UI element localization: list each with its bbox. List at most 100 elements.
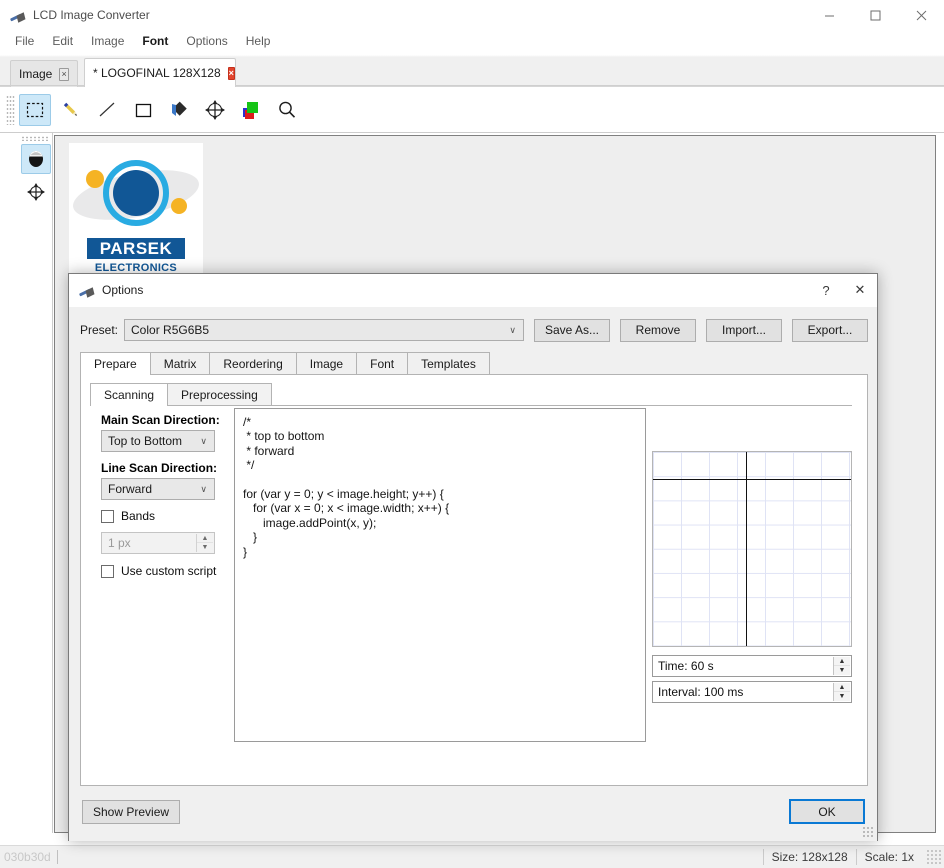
preview-interval-spin-buttons[interactable]: ▲ ▼ xyxy=(833,683,850,701)
document-tab-image-label: Image xyxy=(19,67,53,81)
menu-item-help[interactable]: Help xyxy=(237,31,280,51)
tab-reordering[interactable]: Reordering xyxy=(209,352,297,374)
rectangle-icon xyxy=(135,103,152,117)
logo-blue-core xyxy=(113,170,159,216)
line-scan-direction-combobox[interactable]: Forward ∨ xyxy=(101,478,215,500)
tab-templates[interactable]: Templates xyxy=(407,352,490,374)
close-button[interactable] xyxy=(898,0,944,30)
pan-tool-button[interactable] xyxy=(21,177,51,207)
tab-image[interactable]: Image xyxy=(295,352,358,374)
preview-gridlines xyxy=(653,452,851,646)
bands-checkbox-row[interactable]: Bands xyxy=(101,509,227,523)
spin-down-icon[interactable]: ▼ xyxy=(197,543,213,552)
band-width-spinbox[interactable]: 1 px ▲ ▼ xyxy=(101,532,215,554)
tab-prepare[interactable]: Prepare xyxy=(80,352,151,375)
spin-up-icon[interactable]: ▲ xyxy=(834,683,850,692)
statusbar: 030b30d Size: 128x128 Scale: 1x xyxy=(0,845,944,868)
left-panel-drag-handle[interactable] xyxy=(21,136,49,141)
show-preview-button[interactable]: Show Preview xyxy=(82,800,181,824)
use-custom-script-checkbox[interactable] xyxy=(101,564,114,578)
close-icon[interactable]: × xyxy=(227,66,235,80)
prepare-tab-panel: Scanning Preprocessing Main Scan Directi… xyxy=(80,375,868,786)
subtab-scanning[interactable]: Scanning xyxy=(90,383,169,406)
select-rectangle-icon xyxy=(26,102,44,117)
preview-time-value: Time: 60 s xyxy=(658,659,714,673)
fill-tool-button[interactable] xyxy=(163,94,195,126)
document-tab-image[interactable]: Image × xyxy=(10,60,78,87)
options-dialog-titlebar: Options ? ✕ xyxy=(69,274,877,307)
ok-button[interactable]: OK xyxy=(789,799,865,824)
toolbar-drag-handle[interactable] xyxy=(6,94,15,125)
logo-yellow-dot-left xyxy=(86,170,104,188)
menu-item-image[interactable]: Image xyxy=(82,31,133,51)
pencil-icon xyxy=(63,102,78,116)
document-tab-logofinal[interactable]: * LOGOFINAL 128X128 × xyxy=(84,58,236,87)
select-rectangle-tool-button[interactable] xyxy=(19,93,51,126)
app-brush-icon xyxy=(9,7,26,23)
zoom-tool-button[interactable] xyxy=(271,94,303,126)
window-title: LCD Image Converter xyxy=(33,8,150,22)
menu-item-options[interactable]: Options xyxy=(177,31,236,51)
spin-down-icon[interactable]: ▼ xyxy=(834,692,850,701)
scan-preview-grid[interactable] xyxy=(652,451,852,647)
chevron-down-icon: ∨ xyxy=(200,435,207,446)
color-pick-icon xyxy=(29,150,43,167)
spin-down-icon[interactable]: ▼ xyxy=(834,666,850,675)
use-custom-script-label: Use custom script xyxy=(121,564,217,578)
preview-time-spinbox[interactable]: Time: 60 s ▲ ▼ xyxy=(652,655,852,677)
save-as-button[interactable]: Save As... xyxy=(534,318,610,342)
prepare-subtabbar: Scanning Preprocessing xyxy=(90,383,852,406)
move-tool-button[interactable] xyxy=(199,94,231,126)
preset-row: Preset: Color R5G6B5 ∨ Save As... Remove… xyxy=(80,318,868,342)
color-layers-icon xyxy=(243,101,258,119)
minimize-button[interactable] xyxy=(806,0,852,30)
spin-up-icon[interactable]: ▲ xyxy=(197,534,213,543)
subtab-preprocessing[interactable]: Preprocessing xyxy=(167,383,272,405)
main-toolbar xyxy=(0,87,944,133)
preset-combobox-value: Color R5G6B5 xyxy=(131,323,210,337)
pencil-tool-button[interactable] xyxy=(55,94,87,126)
options-dialog-body: Preset: Color R5G6B5 ∨ Save As... Remove… xyxy=(69,307,877,841)
export-button[interactable]: Export... xyxy=(792,318,868,342)
options-dialog-title: Options xyxy=(102,283,144,297)
band-width-spin-buttons[interactable]: ▲ ▼ xyxy=(196,534,213,552)
bands-checkbox[interactable] xyxy=(101,509,114,523)
close-icon[interactable]: ✕ xyxy=(843,274,877,307)
main-scan-direction-combobox[interactable]: Top to Bottom ∨ xyxy=(101,430,215,452)
import-button[interactable]: Import... xyxy=(706,318,782,342)
dialog-resize-grip[interactable] xyxy=(862,826,874,838)
preview-time-spin-buttons[interactable]: ▲ ▼ xyxy=(833,657,850,675)
line-tool-button[interactable] xyxy=(91,94,123,126)
options-tabbar: Prepare Matrix Reordering Image Font Tem… xyxy=(80,352,868,375)
menu-item-font[interactable]: Font xyxy=(133,31,177,51)
menu-item-file[interactable]: File xyxy=(6,31,43,51)
tab-matrix[interactable]: Matrix xyxy=(149,352,211,374)
color-layers-tool-button[interactable] xyxy=(235,94,267,126)
window-titlebar: LCD Image Converter xyxy=(0,0,944,30)
application-window: LCD Image Converter File Edit Image Font… xyxy=(0,0,944,868)
use-custom-script-checkbox-row[interactable]: Use custom script xyxy=(101,564,227,578)
remove-button[interactable]: Remove xyxy=(620,318,696,342)
close-icon[interactable]: × xyxy=(59,67,69,81)
document-tabbar: Image × * LOGOFINAL 128X128 × xyxy=(0,57,944,87)
move-arrows-icon xyxy=(27,183,45,201)
options-dialog: Options ? ✕ Preset: Color R5G6B5 ∨ Save … xyxy=(68,273,878,841)
scan-script-editor[interactable]: /* * top to bottom * forward */ for (var… xyxy=(234,408,646,742)
main-scan-direction-value: Top to Bottom xyxy=(108,434,183,448)
rectangle-tool-button[interactable] xyxy=(127,94,159,126)
scanning-controls: Main Scan Direction: Top to Bottom ∨ Lin… xyxy=(101,413,227,587)
preview-interval-spinbox[interactable]: Interval: 100 ms ▲ ▼ xyxy=(652,681,852,703)
spin-up-icon[interactable]: ▲ xyxy=(834,657,850,666)
tab-font[interactable]: Font xyxy=(356,352,409,374)
statusbar-resize-grip[interactable] xyxy=(926,849,942,865)
window-controls xyxy=(806,0,944,30)
menu-item-edit[interactable]: Edit xyxy=(43,31,82,51)
maximize-button[interactable] xyxy=(852,0,898,30)
preset-combobox[interactable]: Color R5G6B5 ∨ xyxy=(124,319,524,341)
chevron-down-icon: ∨ xyxy=(200,483,207,494)
color-pick-tool-button[interactable] xyxy=(21,144,51,174)
parsek-logo-image: PARSEK ELECTRONICS xyxy=(69,143,203,278)
statusbar-left-text: 030b30d xyxy=(4,850,58,864)
left-tool-panel xyxy=(0,133,53,833)
help-button[interactable]: ? xyxy=(809,274,843,307)
